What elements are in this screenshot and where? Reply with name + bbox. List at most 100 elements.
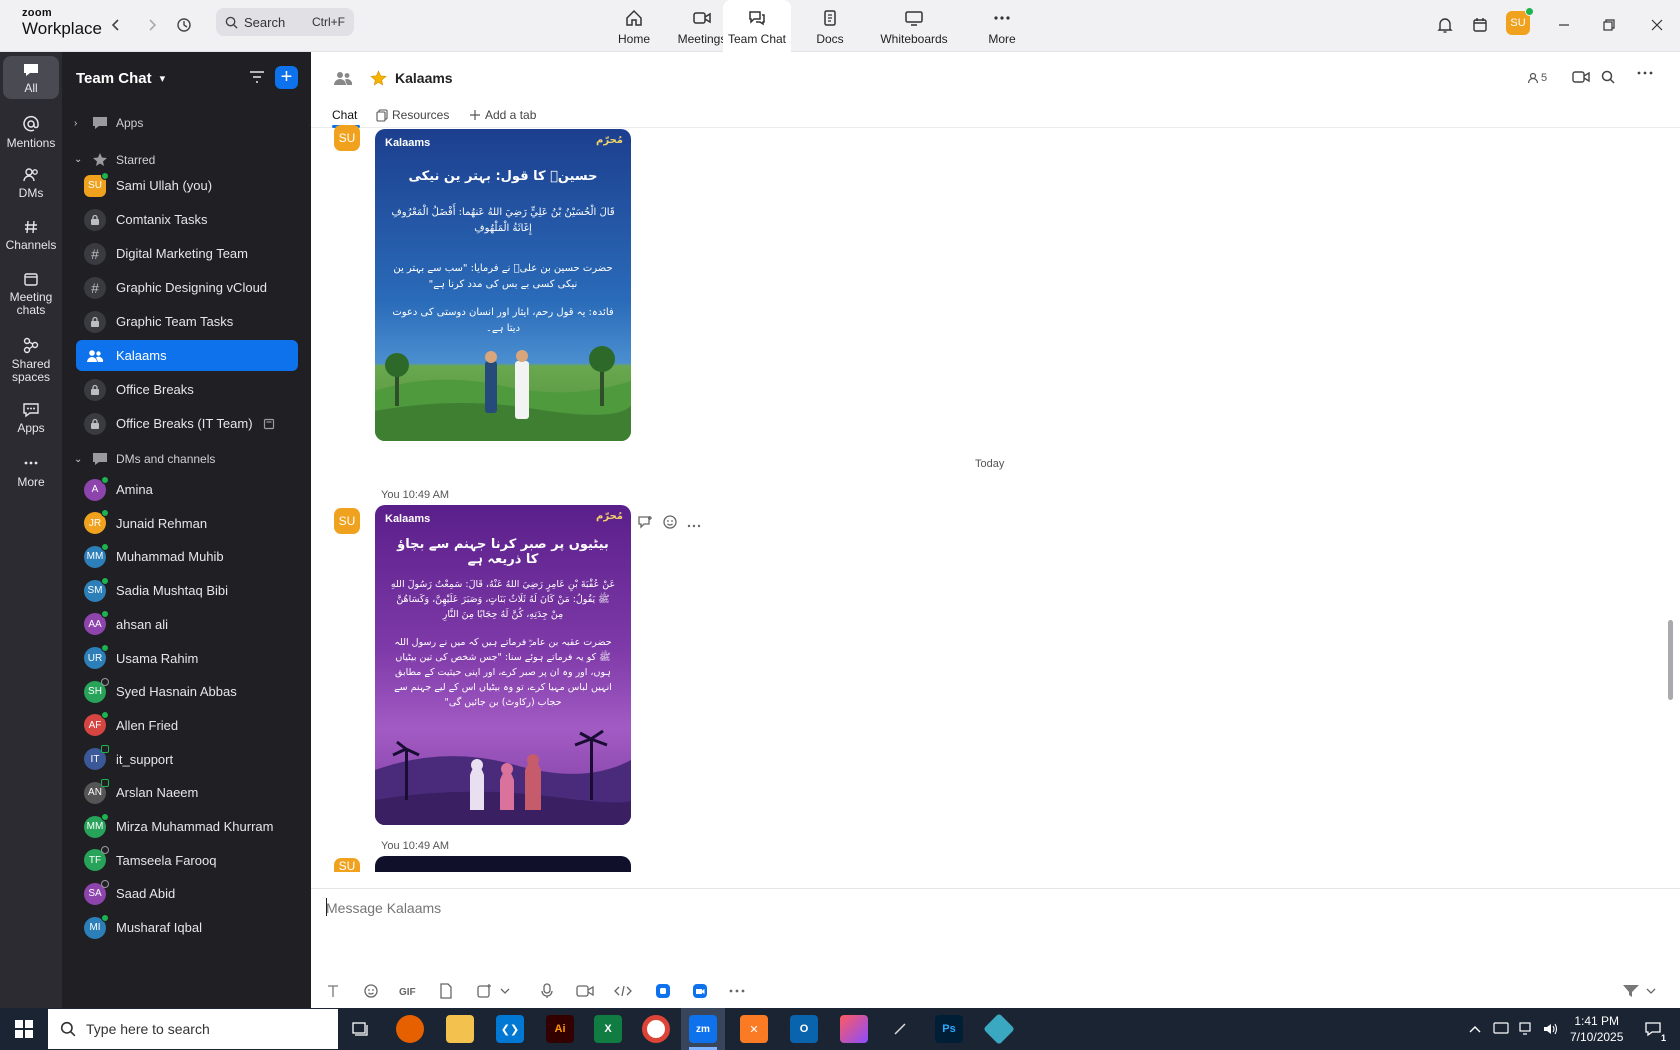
video-message-button[interactable]: [574, 980, 596, 1002]
rail-meeting-chats[interactable]: Meeting chats: [3, 271, 59, 317]
message-image-card[interactable]: [375, 856, 631, 872]
close-button[interactable]: [1642, 12, 1672, 38]
illustrator-icon[interactable]: Ai: [546, 1015, 574, 1043]
sidebar-item-dm[interactable]: AF Allen Fried: [76, 710, 298, 741]
sidebar-item-dm[interactable]: UR Usama Rahim: [76, 643, 298, 674]
forward-button[interactable]: [140, 13, 164, 37]
excel-icon[interactable]: X: [594, 1015, 622, 1043]
tab-more[interactable]: More: [964, 0, 1040, 52]
message-image-card[interactable]: Kalaams مُحرّم حسینؓ کا قول: بہتر ین نیک…: [375, 129, 631, 441]
sidebar-item-office-breaks[interactable]: Office Breaks: [76, 374, 298, 405]
sidebar-item-dm[interactable]: SM Sadia Mushtaq Bibi: [76, 575, 298, 606]
emoji-button[interactable]: [360, 980, 382, 1002]
sidebar-item-dm[interactable]: MI Musharaf Iqbal: [76, 912, 298, 943]
tab-chat[interactable]: Chat: [332, 108, 357, 122]
tab-docs[interactable]: Docs: [792, 0, 868, 52]
tab-resources[interactable]: Resources: [376, 108, 449, 122]
calendar-button[interactable]: [1467, 12, 1493, 38]
rail-shared-spaces[interactable]: Shared spaces: [3, 336, 59, 384]
outlook-icon[interactable]: O: [790, 1015, 818, 1043]
tray-app-icon[interactable]: [1490, 1015, 1512, 1043]
pen-tool-icon[interactable]: [886, 1015, 914, 1043]
sidebar-item-dm[interactable]: MM Muhammad Muhib: [76, 541, 298, 572]
file-button[interactable]: [435, 980, 457, 1002]
format-button[interactable]: [322, 980, 344, 1002]
sidebar-item-graphic-team-tasks[interactable]: Graphic Team Tasks: [76, 306, 298, 337]
user-avatar[interactable]: SU: [1506, 7, 1534, 35]
sidebar-item-dm[interactable]: TF Tamseela Farooq: [76, 845, 298, 876]
notifications-button[interactable]: [1432, 12, 1458, 38]
tab-team-chat[interactable]: Team Chat: [723, 0, 791, 52]
sidebar-item-dm[interactable]: AA ahsan ali: [76, 609, 298, 640]
filter-button[interactable]: [248, 68, 266, 91]
code-snippet-button[interactable]: [612, 980, 634, 1002]
send-button[interactable]: [1620, 980, 1642, 1002]
sidebar-title[interactable]: Team Chat ▾: [76, 70, 165, 87]
xampp-icon[interactable]: ✕: [740, 1015, 768, 1043]
rail-mentions[interactable]: Mentions: [3, 115, 59, 150]
minimize-button[interactable]: [1549, 12, 1579, 38]
scrollbar[interactable]: [1668, 620, 1673, 700]
system-clock[interactable]: 1:41 PM 7/10/2025: [1570, 1013, 1623, 1045]
vscode-icon[interactable]: ❮❯: [496, 1015, 524, 1043]
favorite-star-button[interactable]: [370, 70, 387, 86]
tab-home[interactable]: Home: [596, 0, 672, 52]
rail-dms[interactable]: DMs: [3, 167, 59, 200]
react-button[interactable]: [662, 514, 678, 535]
rail-channels[interactable]: Channels: [3, 219, 59, 252]
new-chat-button[interactable]: +: [275, 66, 298, 89]
photoshop-icon[interactable]: Ps: [935, 1015, 963, 1043]
file-explorer-icon[interactable]: [446, 1015, 474, 1043]
message-avatar[interactable]: SU: [334, 125, 360, 151]
taskbar-search[interactable]: Type here to search: [48, 1009, 338, 1049]
back-button[interactable]: [104, 13, 128, 37]
sidebar-item-graphic-designing-vcloud[interactable]: # Graphic Designing vCloud: [76, 272, 298, 303]
rail-more[interactable]: More: [3, 458, 59, 489]
notification-center-icon[interactable]: 1: [1638, 1015, 1668, 1043]
section-starred[interactable]: ⌄ Starred: [74, 152, 155, 167]
gif-button[interactable]: GIF: [397, 980, 419, 1002]
history-button[interactable]: [172, 13, 196, 37]
composer-more-button[interactable]: [726, 980, 748, 1002]
volume-icon[interactable]: [1540, 1015, 1562, 1043]
message-input[interactable]: [326, 898, 926, 918]
sidebar-item-dm[interactable]: JR Junaid Rehman: [76, 508, 298, 539]
members-icon-button[interactable]: [333, 70, 353, 86]
video-call-button[interactable]: [1572, 70, 1590, 84]
message-more-button[interactable]: [687, 516, 701, 534]
message-avatar[interactable]: SU: [334, 508, 360, 534]
restore-button[interactable]: [1594, 12, 1624, 38]
sidebar-item-office-breaks-it[interactable]: Office Breaks (IT Team): [76, 408, 298, 439]
app-button-1[interactable]: [652, 980, 674, 1002]
send-options-dropdown[interactable]: [1644, 980, 1658, 1002]
sidebar-item-dm[interactable]: A Amina: [76, 474, 298, 505]
sidebar-item-dm[interactable]: SA Saad Abid: [76, 878, 298, 909]
photos-icon[interactable]: [840, 1015, 868, 1043]
channel-search-button[interactable]: [1601, 70, 1615, 84]
sidebar-item-dm[interactable]: MM Mirza Muhammad Khurram: [76, 811, 298, 842]
section-apps[interactable]: › Apps: [74, 116, 143, 130]
screenshot-button[interactable]: [473, 980, 495, 1002]
sidebar-item-dm[interactable]: IT it_support: [76, 744, 298, 775]
message-image-card[interactable]: Kalaams مُحرّم بیٹیوں پر صبر کرنا جہنم س…: [375, 505, 631, 825]
screenshot-dropdown[interactable]: [498, 980, 512, 1002]
sidebar-item-sami-ullah[interactable]: SU Sami Ullah (you): [76, 170, 298, 201]
sidebar-item-digital-marketing-team[interactable]: # Digital Marketing Team: [76, 238, 298, 269]
channel-more-button[interactable]: [1637, 70, 1653, 76]
task-view-icon[interactable]: [346, 1015, 374, 1043]
sidebar-item-dm[interactable]: SH Syed Hasnain Abbas: [76, 676, 298, 707]
audio-message-button[interactable]: [536, 980, 558, 1002]
sidebar-item-comtanix-tasks[interactable]: Comtanix Tasks: [76, 204, 298, 235]
add-tab-button[interactable]: Add a tab: [469, 108, 536, 122]
message-avatar[interactable]: SU: [334, 858, 360, 873]
app-button-2[interactable]: [689, 980, 711, 1002]
rail-apps[interactable]: Apps: [3, 402, 59, 435]
firefox-icon[interactable]: [396, 1015, 424, 1043]
section-dms-channels[interactable]: ⌄ DMs and channels: [74, 452, 215, 466]
tray-chevron-up-icon[interactable]: [1466, 1015, 1484, 1043]
start-button[interactable]: [10, 1015, 38, 1043]
member-count-button[interactable]: 5: [1527, 72, 1547, 84]
search-input[interactable]: Search Ctrl+F: [216, 8, 354, 36]
network-icon[interactable]: [1516, 1015, 1538, 1043]
rail-all[interactable]: All: [3, 56, 59, 99]
